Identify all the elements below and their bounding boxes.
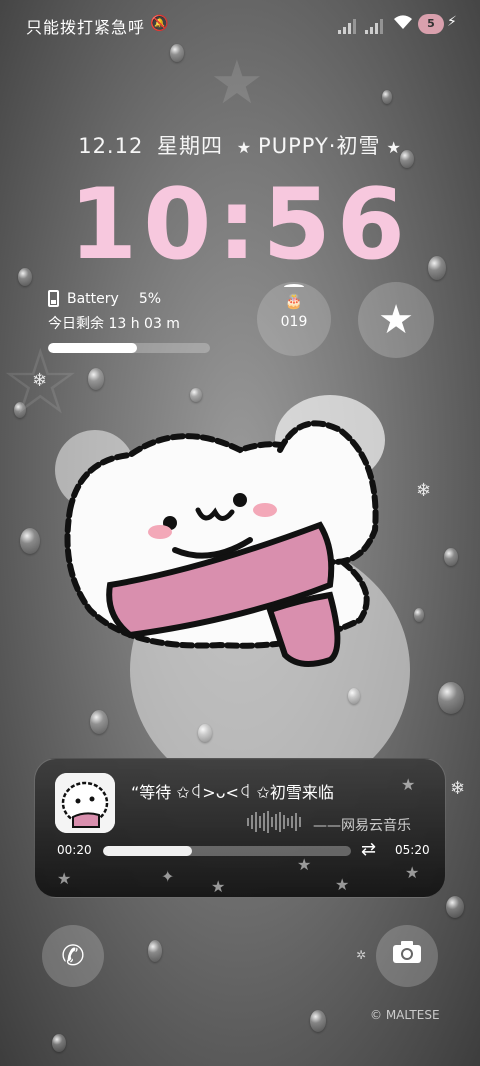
music-widget[interactable]: ★ ★ ✦ ★ ★ ★ ★ “等待 ✩ꒉ>ᴗ<ꒉ ✩初雪来临 ——网易云音乐 0… — [34, 758, 446, 898]
bell-off-icon: 🔕 — [150, 14, 169, 32]
wifi-icon — [393, 14, 413, 34]
repeat-icon[interactable]: ⇄ — [361, 839, 376, 860]
waveform-bar — [275, 814, 277, 830]
waveform-bar — [267, 811, 269, 833]
waveform-bar — [247, 818, 249, 826]
battery-badge: 5 — [418, 14, 444, 34]
cake-icon: 🎂 — [285, 294, 303, 310]
waveform-bar — [279, 812, 281, 832]
snowflake-icon: ❄ — [450, 778, 466, 799]
raindrop — [444, 548, 458, 566]
raindrop — [446, 896, 464, 918]
waveform-bar — [251, 815, 253, 829]
bear-illustration — [0, 360, 480, 800]
battery-icon — [48, 290, 59, 307]
raindrop — [190, 388, 202, 402]
raindrop — [88, 368, 104, 390]
signal-icon-2 — [365, 18, 387, 34]
music-app-name: ——网易云音乐 — [313, 818, 411, 834]
clock-time: 10:56 — [69, 168, 411, 282]
waveform-bar — [283, 815, 285, 829]
phone-shortcut-button[interactable]: ✆ — [42, 925, 104, 987]
waveform-bar — [271, 817, 273, 827]
raindrop — [148, 940, 162, 962]
favorite-star-button[interactable]: ★ — [358, 282, 434, 358]
waveform-bar — [299, 817, 301, 827]
raindrop — [438, 682, 464, 714]
raindrop — [14, 402, 26, 418]
total-time: 05:20 — [395, 843, 430, 857]
raindrop — [400, 150, 414, 168]
birthday-widget[interactable]: 🎂 019 — [257, 282, 331, 356]
credit-text: © MALTESE — [370, 1008, 440, 1022]
waveform-bar — [255, 812, 257, 832]
raindrop — [20, 528, 40, 554]
lightning-icon: ⚡ — [447, 14, 457, 30]
raindrop — [414, 608, 424, 622]
camera-icon — [392, 941, 422, 971]
signal-icon — [338, 18, 360, 34]
status-bar: 只能拨打紧急呼 🔕 5 ⚡ — [0, 0, 480, 50]
raindrop — [52, 1034, 66, 1052]
raindrop — [348, 688, 360, 704]
small-star-decoration: ✲ — [356, 948, 367, 962]
raindrop — [18, 268, 32, 286]
weekday-text: 星期四 — [157, 134, 224, 158]
star-decoration: ★ — [210, 48, 264, 118]
elapsed-time: 00:20 — [57, 843, 92, 857]
song-title: “等待 ✩ꒉ>ᴗ<ꒉ ✩初雪来临 — [131, 783, 334, 802]
star-icon: ★ — [386, 138, 402, 157]
waveform-bar — [259, 816, 261, 828]
carrier-text: 只能拨打紧急呼 — [26, 18, 146, 37]
birthday-count: 019 — [280, 314, 308, 330]
audio-waveform — [247, 811, 301, 833]
waveform-bar — [295, 813, 297, 831]
camera-shortcut-button[interactable] — [376, 925, 438, 987]
progress-arc — [284, 284, 304, 290]
battery-percent: 5% — [138, 290, 162, 307]
waveform-bar — [287, 818, 289, 826]
raindrop — [310, 1010, 326, 1032]
star-icon: ★ — [236, 138, 253, 157]
date-text: 12.12 — [78, 134, 144, 158]
album-cover[interactable] — [55, 773, 115, 833]
raindrop — [428, 256, 446, 280]
waveform-bar — [263, 813, 265, 831]
raindrop — [198, 724, 212, 742]
custom-label: PUPPY·初雪 — [258, 134, 381, 158]
battery-label: Battery — [67, 290, 119, 307]
raindrop — [382, 90, 392, 104]
raindrop — [90, 710, 108, 734]
waveform-bar — [291, 816, 293, 828]
music-progress-bar[interactable] — [103, 846, 351, 856]
phone-icon: ✆ — [61, 939, 85, 972]
raindrop — [170, 44, 184, 62]
music-progress-fill — [103, 846, 193, 856]
